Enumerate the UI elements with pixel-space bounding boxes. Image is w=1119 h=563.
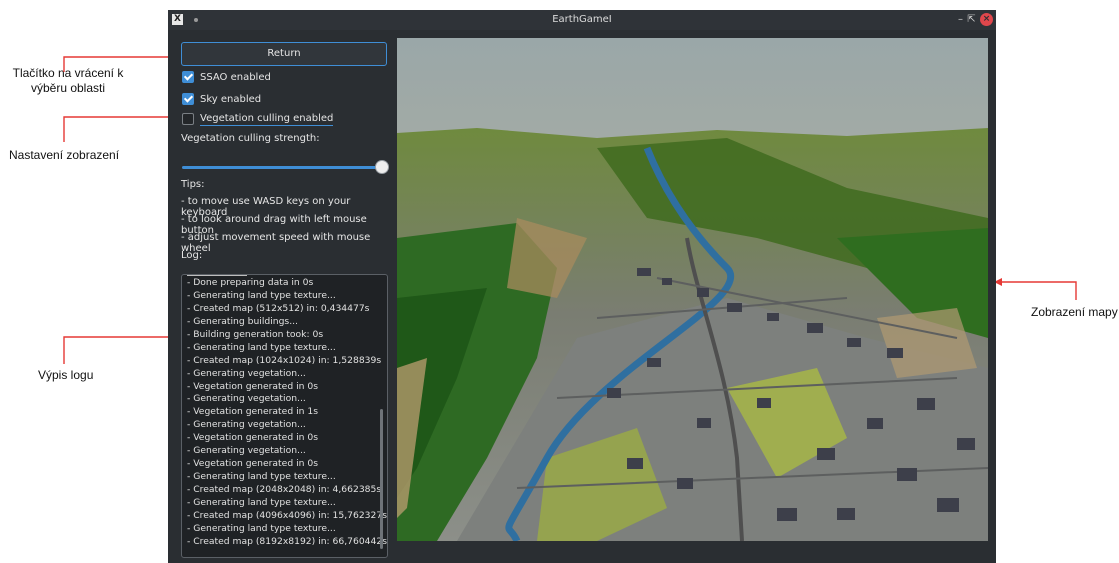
log-line: - Created map (512x512) in: 0,434477s bbox=[187, 302, 370, 314]
title-bar[interactable]: X EarthGameI – ⇱ × bbox=[168, 10, 996, 30]
tip-line: - adjust movement speed with mouse wheel bbox=[181, 232, 371, 254]
arrow-settings bbox=[63, 116, 170, 142]
culling-strength-slider-handle[interactable] bbox=[375, 160, 389, 174]
log-line: - Vegetation generated in 0s bbox=[187, 432, 318, 444]
ssao-label: SSAO enabled bbox=[200, 71, 271, 83]
ssao-checkbox[interactable] bbox=[182, 71, 194, 83]
sky-label: Sky enabled bbox=[200, 93, 262, 105]
ssao-checkbox-row[interactable]: SSAO enabled bbox=[182, 70, 271, 84]
arrow-map bbox=[1000, 281, 1077, 300]
log-line: - Done preparing data in 0s bbox=[187, 277, 314, 288]
log-line: - Generating land type texture... bbox=[187, 496, 336, 508]
return-button[interactable]: Return bbox=[181, 42, 387, 66]
vegetation-culling-checkbox[interactable] bbox=[182, 113, 194, 125]
log-line: - Vegetation generated in 0s bbox=[187, 458, 318, 470]
log-line: - Generating vegetation... bbox=[187, 445, 306, 457]
log-clipped-line bbox=[187, 275, 247, 276]
log-line: - Created map (1024x1024) in: 1,528839s bbox=[187, 354, 382, 366]
log-line: - Generating buildings... bbox=[187, 315, 298, 327]
log-line: - Generating land type texture... bbox=[187, 471, 336, 483]
maximize-icon[interactable]: ⇱ bbox=[965, 13, 978, 26]
log-line: - Generating land type texture... bbox=[187, 522, 336, 534]
log-line: - Generating vegetation... bbox=[187, 367, 306, 379]
log-line: - Generating land type texture... bbox=[187, 341, 336, 353]
vegetation-culling-checkbox-row[interactable]: Vegetation culling enabled bbox=[182, 112, 334, 126]
annotation-map: Zobrazení mapy bbox=[1031, 305, 1118, 319]
log-line: - Vegetation generated in 1s bbox=[187, 406, 318, 418]
window-title: EarthGameI bbox=[552, 14, 612, 25]
log-line: - Created map (8192x8192) in: 66,760442s bbox=[187, 535, 387, 547]
sky-checkbox-row[interactable]: Sky enabled bbox=[182, 92, 261, 106]
log-line: - Vegetation generated in 0s bbox=[187, 380, 318, 392]
log-scrollbar[interactable] bbox=[380, 409, 383, 549]
log-output[interactable]: - Done preparing data in 0s - Generating … bbox=[181, 274, 388, 558]
arrow-log bbox=[63, 336, 170, 364]
settings-panel: Return SSAO enabled Sky enabled Vegetati… bbox=[168, 30, 396, 563]
annotation-return-button: Tlačítko na vrácení k výběru oblasti bbox=[12, 66, 124, 95]
sky-checkbox[interactable] bbox=[182, 93, 194, 105]
log-line: - Created map (4096x4096) in: 15,762327s bbox=[187, 509, 387, 521]
log-lines: - Done preparing data in 0s - Generating … bbox=[187, 277, 387, 549]
app-window: X EarthGameI – ⇱ × Return SSAO enabled S… bbox=[168, 10, 996, 563]
annotation-log: Výpis logu bbox=[38, 368, 94, 382]
map-viewport[interactable] bbox=[397, 38, 988, 541]
tips-label: Tips: bbox=[181, 179, 205, 190]
close-icon[interactable]: × bbox=[980, 13, 993, 26]
annotation-display-settings: Nastavení zobrazení bbox=[9, 148, 120, 162]
log-line: - Building generation took: 0s bbox=[187, 328, 324, 340]
log-label: Log: bbox=[181, 250, 203, 261]
vegetation-culling-label: Vegetation culling enabled bbox=[200, 112, 334, 126]
map-render[interactable] bbox=[397, 38, 988, 541]
culling-strength-label: Vegetation culling strength: bbox=[181, 133, 320, 144]
log-line: - Generating vegetation... bbox=[187, 393, 306, 405]
log-line: - Generating land type texture... bbox=[187, 289, 336, 301]
culling-strength-slider-track[interactable] bbox=[182, 166, 382, 169]
log-line: - Created map (2048x2048) in: 4,662385s bbox=[187, 484, 382, 495]
log-line: - Generating vegetation... bbox=[187, 419, 306, 431]
